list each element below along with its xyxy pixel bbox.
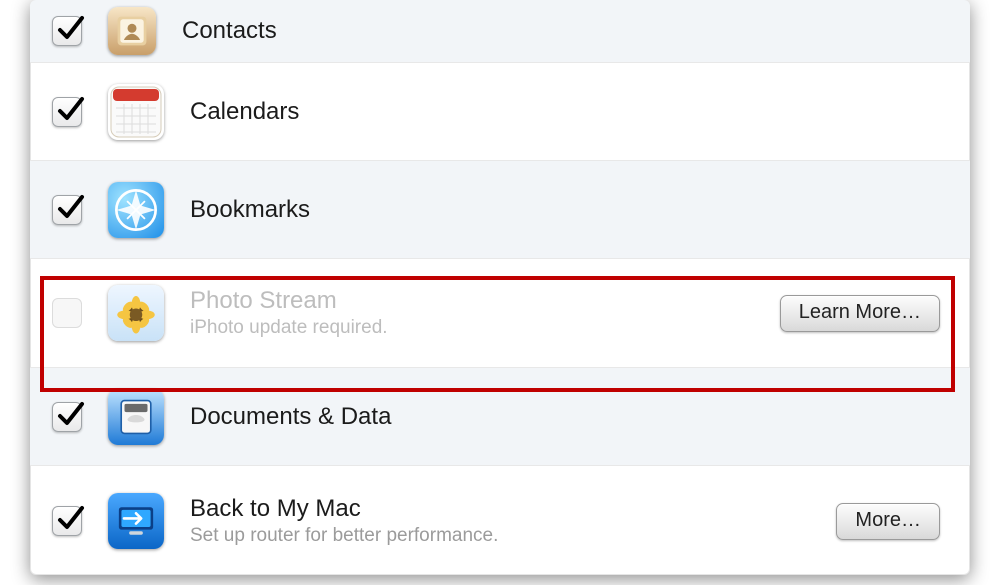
checkbox-calendars[interactable]: [52, 97, 82, 127]
checkbox-contacts[interactable]: [52, 16, 82, 46]
label-calendars: Calendars: [190, 98, 940, 126]
calendars-icon: [108, 84, 164, 140]
checkbox-photo-stream: [52, 298, 82, 328]
label-back-to-my-mac: Back to My Mac: [190, 495, 836, 523]
label-documents-data: Documents & Data: [190, 403, 940, 431]
checkbox-back-to-my-mac[interactable]: [52, 506, 82, 536]
service-row-documents-data: Documents & Data: [30, 368, 970, 466]
back-to-my-mac-icon: [108, 493, 164, 549]
service-row-bookmarks: Bookmarks: [30, 161, 970, 259]
service-row-photo-stream: Photo Stream iPhoto update required. Lea…: [30, 259, 970, 368]
more-button[interactable]: More…: [836, 503, 940, 540]
icloud-services-panel: { "rows": { "contacts": { "label": "Cont…: [30, 0, 970, 575]
service-row-back-to-my-mac: Back to My Mac Set up router for better …: [30, 466, 970, 575]
label-bookmarks: Bookmarks: [190, 196, 940, 224]
sublabel-photo-stream: iPhoto update required.: [190, 317, 780, 339]
photo-stream-icon: [108, 285, 164, 341]
service-row-contacts: Contacts: [30, 0, 970, 63]
learn-more-button[interactable]: Learn More…: [780, 295, 940, 332]
bookmarks-icon: [108, 182, 164, 238]
checkbox-documents-data[interactable]: [52, 402, 82, 432]
sublabel-back-to-my-mac: Set up router for better performance.: [190, 525, 836, 547]
service-row-calendars: Calendars: [30, 63, 970, 161]
label-photo-stream: Photo Stream: [190, 287, 780, 315]
checkbox-bookmarks[interactable]: [52, 195, 82, 225]
contacts-icon: [108, 7, 156, 55]
label-contacts: Contacts: [182, 17, 940, 45]
documents-data-icon: [108, 389, 164, 445]
